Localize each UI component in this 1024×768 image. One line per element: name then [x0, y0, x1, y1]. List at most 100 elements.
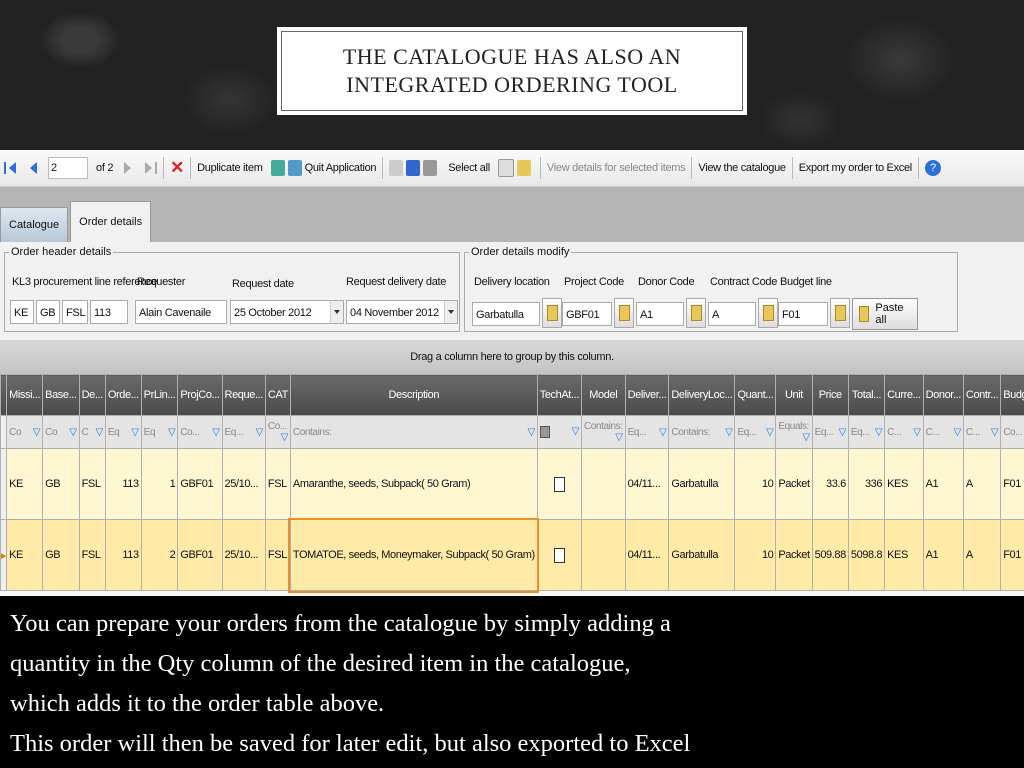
table-cell[interactable] — [536, 448, 582, 520]
column-header[interactable]: De... — [78, 374, 106, 416]
filter-cell[interactable]: Equals: ▽ — [775, 415, 813, 449]
table-cell[interactable]: FSL — [264, 448, 291, 520]
contract-code-field[interactable]: A — [708, 302, 756, 326]
techat-checkbox[interactable] — [553, 476, 565, 492]
ref-mission-field[interactable]: KE — [10, 300, 34, 324]
table-cell[interactable]: GB — [42, 448, 80, 520]
help-button[interactable]: ? — [921, 154, 945, 182]
column-header[interactable]: TechAt... — [536, 374, 582, 416]
filter-funnel-icon[interactable]: ▽ — [839, 427, 847, 438]
table-cell[interactable]: GBF01 — [177, 448, 223, 520]
filter-funnel-icon[interactable]: ▽ — [802, 432, 810, 443]
table-cell[interactable]: FSL — [264, 519, 291, 591]
table-cell[interactable] — [580, 448, 626, 520]
nav-first-button[interactable] — [0, 154, 23, 182]
filter-cell[interactable]: C... ▽ — [922, 415, 964, 449]
page-number-input[interactable]: 2 — [48, 157, 88, 179]
filter-cell[interactable]: Eq... ▽ — [624, 415, 670, 449]
filter-funnel-icon[interactable]: ▽ — [256, 427, 264, 438]
column-header[interactable]: Orde... — [104, 374, 142, 416]
table-cell[interactable]: KE — [6, 519, 44, 591]
table-cell[interactable]: A1 — [922, 448, 964, 520]
view-catalogue-button[interactable]: View the catalogue — [694, 154, 789, 182]
table-cell[interactable]: 113 — [104, 448, 142, 520]
table-cell[interactable]: A — [962, 448, 1002, 520]
column-header[interactable]: Missi... — [6, 374, 44, 416]
table-cell[interactable]: KES — [884, 448, 924, 520]
filter-funnel-icon[interactable]: ▽ — [572, 426, 580, 437]
filter-funnel-icon[interactable]: ▽ — [615, 432, 623, 443]
filter-cell[interactable]: Co...▽ — [264, 415, 291, 449]
column-header[interactable]: Curre... — [884, 374, 924, 416]
filter-cell[interactable]: Co...▽ — [177, 415, 223, 449]
requester-field[interactable]: Alain Cavenaile — [135, 300, 227, 324]
filter-cell[interactable]: Co ▽ — [42, 415, 80, 449]
filter-cell[interactable]: Eq ▽ — [140, 415, 179, 449]
table-cell[interactable]: 1 — [140, 448, 179, 520]
filter-funnel-icon[interactable]: ▽ — [527, 427, 535, 438]
table-cell[interactable]: 336 — [847, 448, 886, 520]
table-cell[interactable]: Packet — [775, 519, 813, 591]
table-cell[interactable]: 5098.8 — [847, 519, 886, 591]
table-cell[interactable]: 04/11... — [624, 448, 670, 520]
nav-next-button[interactable] — [117, 154, 138, 182]
table-cell[interactable] — [536, 519, 582, 591]
donor-code-field[interactable]: A1 — [636, 302, 684, 326]
quit-application-button[interactable]: Quit Application — [267, 154, 381, 182]
filter-funnel-icon[interactable]: ▽ — [131, 427, 139, 438]
filter-funnel-icon[interactable]: ▽ — [69, 427, 77, 438]
table-cell[interactable]: 2 — [140, 519, 179, 591]
table-cell[interactable]: 25/10... — [221, 448, 266, 520]
filter-cell[interactable]: Eq... ▽ — [221, 415, 266, 449]
delete-button[interactable]: ✕ — [166, 154, 188, 182]
table-cell[interactable]: Amaranthe, seeds, Subpack( 50 Gram) — [289, 448, 538, 520]
column-header[interactable]: PrLin... — [140, 374, 179, 416]
filter-funnel-icon[interactable]: ▽ — [281, 432, 289, 443]
filter-funnel-icon[interactable]: ▽ — [991, 427, 999, 438]
request-date-picker[interactable]: 25 October 2012 — [230, 300, 344, 324]
filter-cell[interactable]: Contains: ▽ — [580, 415, 626, 449]
project-code-field[interactable]: GBF01 — [562, 302, 612, 326]
copy-paste-tools[interactable] — [494, 154, 538, 182]
table-cell[interactable]: Packet — [775, 448, 813, 520]
table-cell[interactable]: Garbatulla — [668, 448, 736, 520]
tab-catalogue[interactable]: Catalogue — [0, 207, 69, 242]
table-cell[interactable]: A1 — [922, 519, 964, 591]
duplicate-item-button[interactable]: Duplicate item — [193, 154, 267, 182]
column-header[interactable]: Total... — [847, 374, 886, 416]
filter-cell[interactable]: Eq... ▽ — [734, 415, 777, 449]
budget-line-field[interactable]: F01 — [778, 302, 828, 326]
column-header[interactable]: Deliver... — [624, 374, 670, 416]
filter-funnel-icon[interactable]: ▽ — [913, 427, 921, 438]
filter-funnel-icon[interactable]: ▽ — [954, 427, 962, 438]
tab-order-details[interactable]: Order details — [70, 201, 152, 242]
group-by-panel[interactable]: Drag a column here to group by this colu… — [0, 340, 1024, 375]
select-all-button[interactable]: Select all — [444, 154, 494, 182]
filter-cell[interactable]: C... ▽ — [962, 415, 1002, 449]
table-cell[interactable]: 10 — [734, 448, 777, 520]
filter-funnel-icon[interactable]: ▽ — [659, 427, 667, 438]
table-cell[interactable]: 04/11... — [624, 519, 670, 591]
table-cell[interactable]: 33.6 — [811, 448, 849, 520]
column-header[interactable]: Description — [289, 374, 538, 416]
filter-cell[interactable]: Eq... ▽ — [811, 415, 849, 449]
column-header[interactable]: Quant... — [734, 374, 777, 416]
delivery-date-picker[interactable]: 04 November 2012 — [346, 300, 458, 324]
table-cell[interactable]: 113 — [104, 519, 142, 591]
filter-funnel-icon[interactable]: ▽ — [168, 427, 176, 438]
table-cell[interactable]: FSL — [78, 519, 106, 591]
column-header[interactable]: DeliveryLoc... — [668, 374, 736, 416]
table-cell[interactable]: TOMATOE, seeds, Moneymaker, Subpack( 50 … — [288, 517, 540, 593]
column-header[interactable]: ProjCo... — [177, 374, 223, 416]
filter-cell[interactable]: ▽ — [536, 415, 582, 449]
ref-dept-field[interactable]: FSL — [62, 300, 88, 324]
table-cell[interactable]: 25/10... — [221, 519, 266, 591]
filter-funnel-icon[interactable]: ▽ — [875, 427, 883, 438]
filter-cell[interactable]: C... ▽ — [884, 415, 924, 449]
view-details-button[interactable]: View details for selected items — [543, 154, 689, 182]
table-cell[interactable]: F01 — [1000, 519, 1024, 591]
techat-checkbox[interactable] — [553, 547, 565, 563]
paste-all-button[interactable]: Paste all — [852, 298, 918, 330]
table-cell[interactable]: FSL — [78, 448, 106, 520]
delivery-location-field[interactable]: Garbatulla — [472, 302, 540, 326]
